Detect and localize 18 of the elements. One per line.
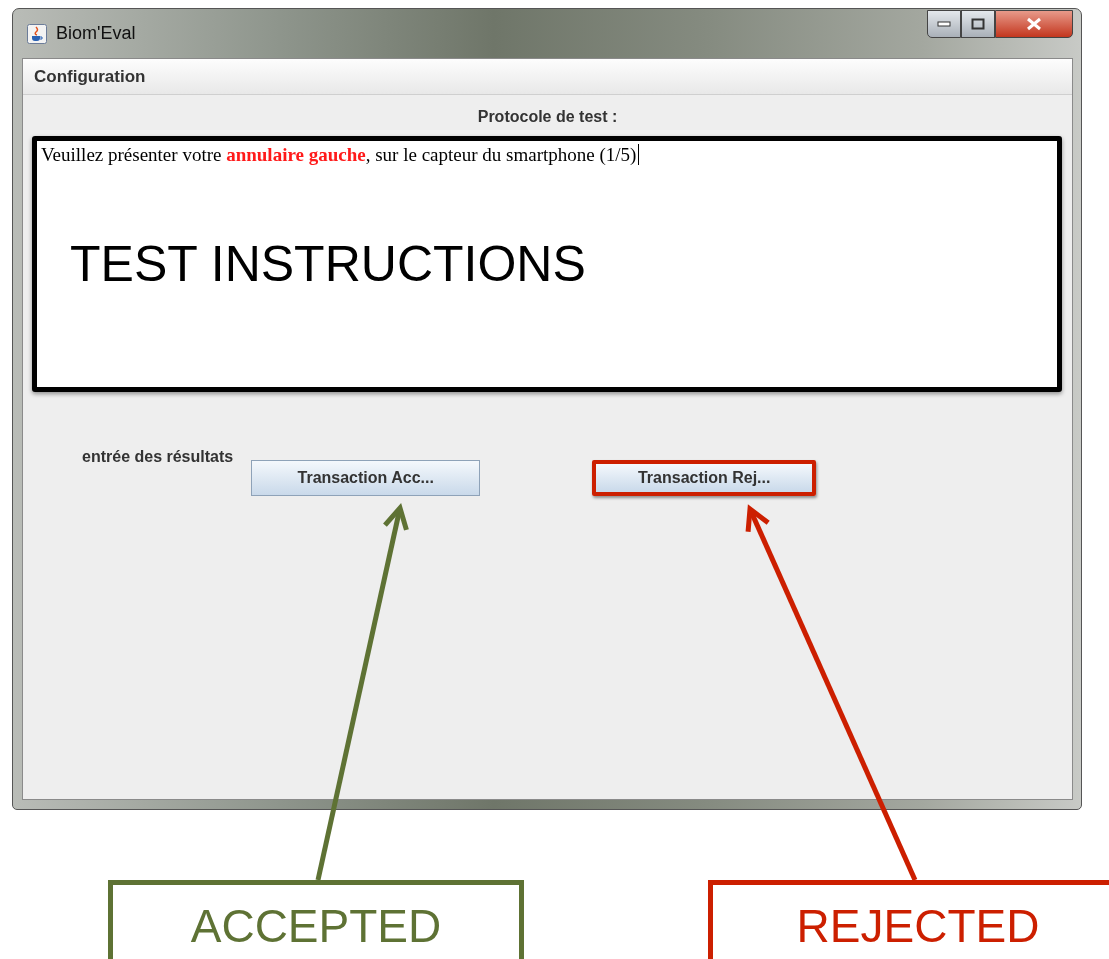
minimize-icon bbox=[937, 21, 951, 27]
maximize-icon bbox=[971, 18, 985, 30]
instruction-field[interactable]: Veuillez présenter votre annulaire gauche, sur le capteur du smartphone (1/5) TEST INSTRUCTIONS bbox=[32, 136, 1062, 392]
instruction-text: Veuillez présenter votre annulaire gauche, sur le capteur du smartphone (1/5) bbox=[41, 144, 640, 165]
protocol-label: Protocole de test : bbox=[477, 108, 618, 126]
cup-icon bbox=[27, 23, 47, 44]
window-title: Biom'Eval bbox=[56, 23, 136, 44]
transaction-button[interactable]: Transaction Rej... bbox=[592, 460, 817, 496]
minimize-button[interactable] bbox=[927, 10, 961, 38]
callout-label: ACCEPTED bbox=[190, 899, 442, 954]
results-label: entrée des résultats bbox=[82, 448, 234, 466]
menu-item[interactable]: Configuration bbox=[34, 66, 146, 87]
callout-label: REJECTED bbox=[796, 899, 1040, 954]
close-icon bbox=[1026, 17, 1042, 31]
maximize-button[interactable] bbox=[961, 10, 995, 38]
annotation-label: TEST INSTRUCTIONS bbox=[70, 235, 586, 293]
close-button[interactable] bbox=[995, 10, 1073, 38]
transaction-button[interactable]: Transaction Acc... bbox=[251, 460, 481, 496]
